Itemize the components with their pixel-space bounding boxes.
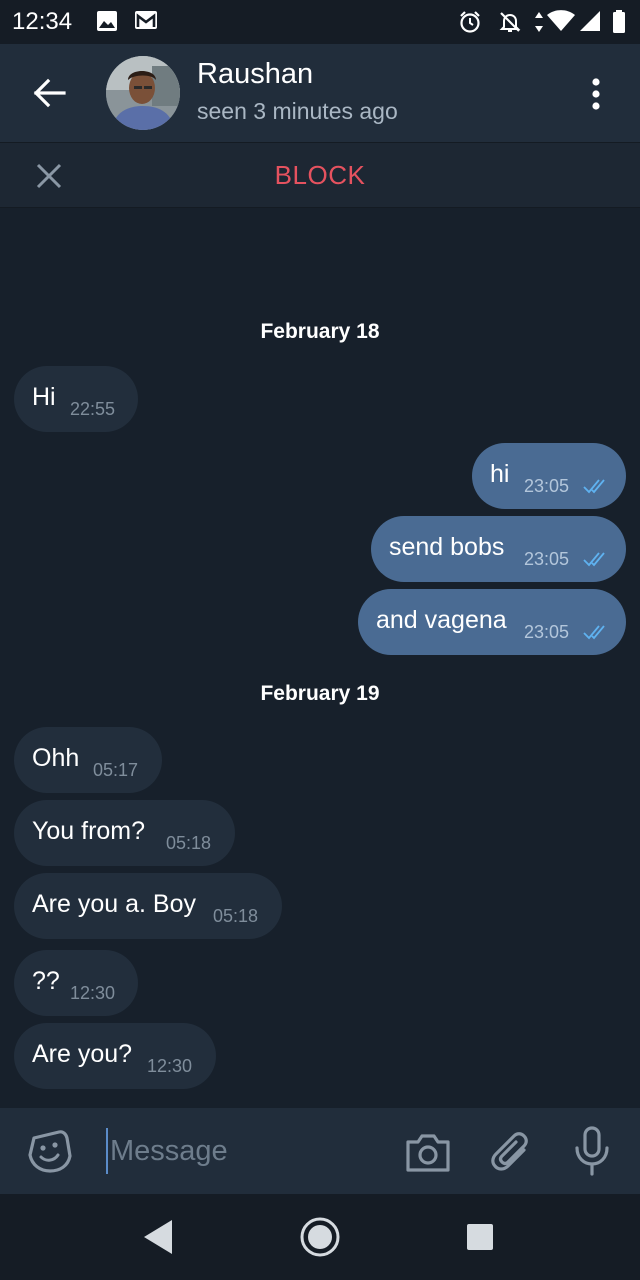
notifications-off-icon [499, 12, 521, 32]
status-bar: 12:34 [0, 0, 640, 44]
message-text: Ohh [32, 744, 80, 772]
block-button[interactable]: BLOCK [0, 160, 640, 191]
message-composer [0, 1108, 640, 1194]
nav-back-icon[interactable] [142, 1218, 176, 1256]
data-transfer-icon [535, 12, 543, 32]
message-text: Hi [32, 383, 56, 411]
contact-avatar[interactable] [106, 56, 180, 130]
block-bar: BLOCK [0, 142, 640, 208]
message-time: 23:05 [524, 549, 570, 569]
gmail-icon [135, 11, 157, 29]
message-time: 05:18 [166, 833, 212, 853]
incoming-message[interactable]: ?? 12:30 [14, 950, 138, 1016]
message-text: You from? [32, 817, 146, 845]
outgoing-message[interactable]: and vagena 23:05 [358, 589, 626, 655]
battery-icon [613, 10, 625, 33]
incoming-message[interactable]: Are you? 12:30 [14, 1023, 216, 1089]
message-time: 23:05 [524, 476, 570, 496]
microphone-icon[interactable] [572, 1126, 612, 1178]
wifi-icon [547, 10, 575, 31]
nav-home-icon[interactable] [298, 1215, 342, 1259]
outgoing-message[interactable]: send bobs 23:05 [371, 516, 626, 582]
incoming-message[interactable]: Ohh 05:17 [14, 727, 162, 793]
attach-paperclip-icon[interactable] [490, 1128, 534, 1176]
status-time: 12:34 [12, 8, 73, 35]
back-arrow-icon[interactable] [22, 68, 76, 118]
message-time: 05:17 [93, 760, 139, 780]
date-separator: February 19 [260, 682, 380, 705]
message-time: 05:18 [213, 906, 259, 926]
message-text: Are you? [32, 1040, 133, 1068]
last-seen-status: seen 3 minutes ago [197, 98, 398, 124]
message-time: 12:30 [147, 1056, 193, 1076]
nav-recents-icon[interactable] [465, 1222, 495, 1252]
outgoing-message[interactable]: hi 23:05 [472, 443, 626, 509]
message-time: 23:05 [524, 622, 570, 642]
incoming-message[interactable]: Are you a. Boy 05:18 [14, 873, 282, 939]
sticker-emoji-icon[interactable] [26, 1128, 72, 1174]
message-text: send bobs [389, 533, 505, 561]
message-text: hi [490, 460, 510, 488]
avatar-photo [106, 56, 180, 130]
contact-name[interactable]: Raushan [197, 58, 313, 91]
message-text: ?? [32, 967, 60, 995]
chat-header: Raushan seen 3 minutes ago [0, 44, 640, 142]
message-text: Are you a. Boy [32, 890, 196, 918]
alarm-icon [460, 11, 480, 33]
image-notification-icon [97, 11, 117, 31]
message-input[interactable] [106, 1128, 390, 1174]
read-receipt-icon [583, 552, 605, 567]
date-separator: February 18 [260, 320, 380, 343]
message-time: 22:55 [70, 399, 116, 419]
message-time: 12:30 [70, 983, 116, 1003]
message-text: and vagena [376, 606, 507, 634]
incoming-message[interactable]: You from? 05:18 [14, 800, 235, 866]
incoming-message[interactable]: Hi 22:55 [14, 366, 138, 432]
read-receipt-icon [583, 479, 605, 494]
cellular-signal-icon [580, 11, 600, 31]
more-options-icon[interactable] [578, 72, 614, 116]
camera-icon[interactable] [404, 1128, 452, 1176]
system-nav-bar [0, 1194, 640, 1280]
read-receipt-icon [583, 625, 605, 640]
